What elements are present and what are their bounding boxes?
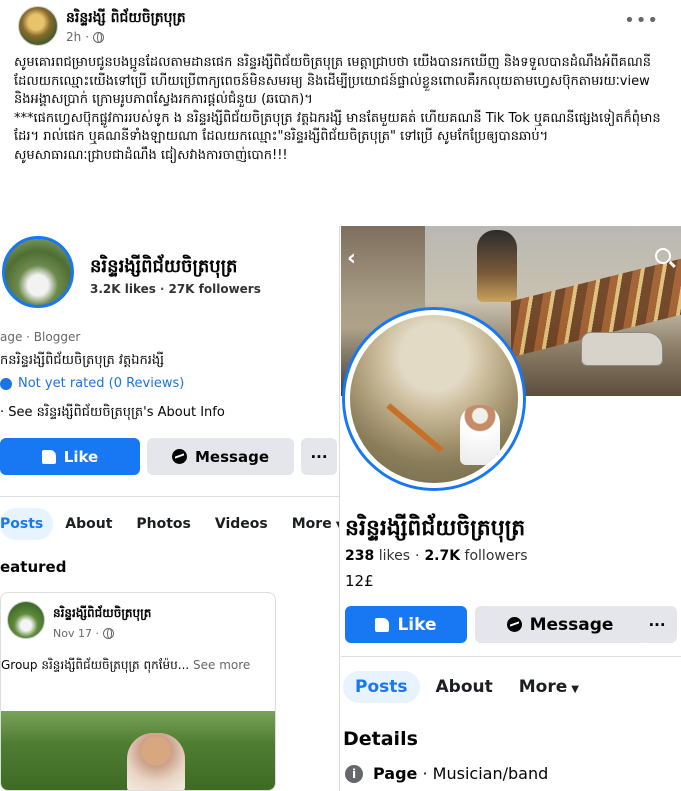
- page-tabs: Posts About More ▼: [341, 668, 681, 706]
- post-paragraph: ***ផេកហ្វេសប៊ុកផ្លូវការរបស់ទូក ង នរិន្ទរ…: [14, 110, 661, 145]
- featured-post-text: Group នរិន្ទរង្សីពិជ័យចិត្របុត្រ ពុកម៉ែប…: [1, 657, 275, 675]
- featured-post-card: នរិន្ទរង្សីពិជ័យចិត្របុត្រ Nov 17 · Grou…: [0, 592, 276, 791]
- page-category: age · Blogger: [0, 330, 81, 344]
- back-arrow-icon: ‹: [347, 246, 357, 271]
- featured-post-photo: [1, 711, 275, 790]
- tab-about: About: [65, 516, 113, 532]
- see-more-link: See more: [193, 658, 251, 672]
- right-page-screenshot: ‹ នរិន្ទរង្សីពិជ័យចិត្របុត្រ 238 likes · 2…: [341, 226, 681, 791]
- tab-more: More ▼: [280, 508, 339, 540]
- tab-about: About: [435, 677, 493, 697]
- tab-photos: Photos: [136, 516, 191, 532]
- like-button: Like: [0, 438, 140, 475]
- photo-person: [127, 733, 185, 790]
- divider: [0, 496, 339, 497]
- likes-label: likes: [378, 548, 410, 564]
- followers-label: followers: [464, 548, 528, 564]
- featured-post-avatar: [7, 601, 45, 639]
- page-extra-text: 12£: [345, 572, 374, 590]
- tab-more-label: More: [291, 516, 332, 532]
- post-time[interactable]: 2h: [66, 30, 81, 44]
- page-name: នរិន្ទរង្សីពិជ័យចិត្របុត្រ: [345, 516, 526, 541]
- thumbs-up-icon: [41, 449, 56, 464]
- globe-icon: [93, 31, 105, 43]
- caret-down-icon: ▼: [336, 520, 339, 531]
- cover-statue: [477, 230, 517, 302]
- left-page-screenshot: នរិន្ទរង្សីពិជ័យចិត្របុត្រ 3.2K likes · 27…: [0, 226, 340, 791]
- more-options-button: ···: [637, 606, 677, 643]
- message-button: Message: [475, 606, 645, 643]
- rating-row: Not yet rated (0 Reviews): [0, 376, 184, 391]
- details-heading: Details: [343, 728, 418, 750]
- tab-posts: Posts: [343, 671, 420, 703]
- avatar-person: [460, 405, 500, 465]
- page-subname: កនរិន្ទរង្សីពិជ័យចិត្របុត្រ វត្តឯករង្សី: [0, 353, 165, 368]
- more-options-button: ···: [301, 438, 337, 475]
- followers-count: 27K followers: [168, 282, 261, 296]
- tab-more: More▼: [509, 671, 589, 703]
- tab-posts: Posts: [0, 508, 54, 540]
- featured-post-author: នរិន្ទរង្សីពិជ័យចិត្របុត្រ: [53, 606, 152, 620]
- page-profile-picture: [2, 236, 74, 308]
- featured-heading: eatured: [0, 558, 67, 576]
- featured-post-date-text: Nov 17 ·: [53, 627, 99, 640]
- rating-info-icon: [0, 377, 12, 390]
- message-label: Message: [529, 614, 614, 635]
- page-avatar[interactable]: [18, 6, 58, 46]
- post-paragraph: សូមសាធារណៈជ្រាបជាដំណឹង ជៀសវាងការចាញ់បោក!…: [14, 147, 288, 163]
- featured-post-snippet: Group នរិន្ទរង្សីពិជ័យចិត្របុត្រ ពុកម៉ែប…: [1, 658, 190, 672]
- post-text: សូមគោរពជម្រាបជូនបងប្អូនដែលតាមដានផេក នរិន…: [14, 54, 664, 165]
- thumbs-up-icon: [375, 617, 390, 632]
- page-stats: 238 likes · 2.7K followers: [345, 548, 528, 564]
- tab-videos: Videos: [214, 516, 268, 532]
- like-label: Like: [397, 614, 437, 635]
- messenger-icon: [506, 617, 522, 632]
- page-type-label: Page: [373, 764, 418, 783]
- likes-count: 238: [345, 548, 375, 564]
- caret-down-icon: ▼: [571, 684, 579, 695]
- page-name: នរិន្ទរង្សីពិជ័យចិត្របុត្រ: [90, 256, 238, 277]
- post-paragraph: សូមគោរពជម្រាបជូនបងប្អូនដែលតាមដានផេក នរិន…: [14, 55, 652, 107]
- like-button: Like: [345, 606, 467, 643]
- page-stats: 3.2K likes · 27K followers: [90, 282, 261, 296]
- page-type-row: i Page · Musician/band: [345, 764, 548, 783]
- featured-post-date: Nov 17 ·: [53, 627, 114, 640]
- like-label: Like: [63, 447, 99, 466]
- divider: [341, 656, 681, 657]
- message-button: Message: [147, 438, 294, 475]
- page-tabs: Posts About Photos Videos More ▼: [0, 506, 339, 542]
- post-header: នរិន្ទរង្សី ពិជ័យចិត្របុត្រ 2h · •••: [12, 6, 669, 48]
- post-author-name[interactable]: នរិន្ទរង្សី ពិជ័យចិត្របុត្រ: [66, 8, 186, 29]
- likes-count: 3.2K likes: [90, 282, 156, 296]
- more-dots-icon[interactable]: •••: [624, 10, 659, 31]
- info-icon: i: [345, 764, 363, 783]
- page-type-value: Musician/band: [432, 764, 549, 783]
- message-label: Message: [195, 447, 269, 466]
- cover-car: [581, 332, 663, 366]
- messenger-icon: [172, 449, 187, 464]
- rating-text: Not yet rated (0 Reviews): [18, 376, 185, 391]
- globe-icon: [102, 628, 114, 639]
- post-meta: 2h ·: [66, 30, 105, 44]
- avatar-stick: [386, 403, 444, 453]
- page-profile-picture: [345, 310, 523, 488]
- search-icon: [655, 248, 671, 264]
- tab-more-label: More: [518, 677, 568, 697]
- about-info-link: · See នរិន្ទរង្សីពិជ័យចិត្របុត្រ's About…: [0, 405, 225, 420]
- followers-count: 2.7K: [424, 548, 461, 564]
